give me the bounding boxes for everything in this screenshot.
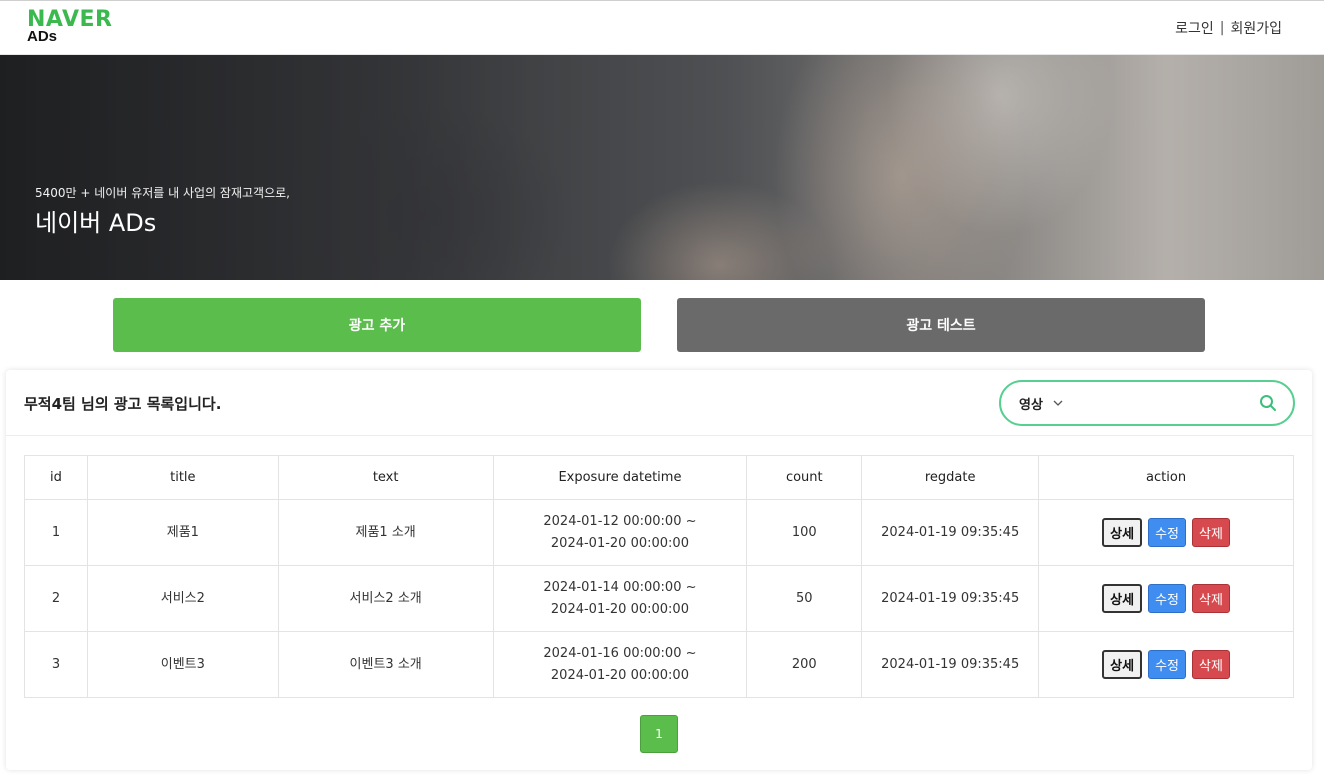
cell-text: 서비스2 소개 xyxy=(277,565,494,632)
edit-button[interactable]: 수정 xyxy=(1148,650,1187,679)
table-row: 3 이벤트3 이벤트3 소개 2024-01-16 00:00:00 ~ 202… xyxy=(24,631,1294,698)
ad-list-panel: 무적4팀 님의 광고 목록입니다. 영상 id title text Expos… xyxy=(6,370,1312,770)
hero-title: 네이버 ADs xyxy=(35,209,157,237)
cell-title: 이벤트3 xyxy=(86,631,279,698)
exposure-start: 2024-01-12 00:00:00 ~ xyxy=(543,513,697,529)
edit-button[interactable]: 수정 xyxy=(1148,584,1187,613)
col-header-exposure: Exposure datetime xyxy=(492,455,748,500)
ad-list-title: 무적4팀 님의 광고 목록입니다. xyxy=(24,395,222,413)
col-header-title: title xyxy=(86,455,279,500)
cell-exposure: 2024-01-12 00:00:00 ~ 2024-01-20 00:00:0… xyxy=(492,499,748,566)
col-header-regdate: regdate xyxy=(861,455,1040,500)
signup-link[interactable]: 회원가입 xyxy=(1230,18,1282,38)
exposure-end: 2024-01-20 00:00:00 xyxy=(550,667,689,683)
delete-button[interactable]: 삭제 xyxy=(1192,650,1230,679)
search-category-select[interactable]: 영상 xyxy=(1019,394,1063,413)
detail-button[interactable]: 상세 xyxy=(1102,518,1143,547)
cell-count: 100 xyxy=(746,499,863,566)
auth-separator: | xyxy=(1219,20,1225,36)
exposure-end: 2024-01-20 00:00:00 xyxy=(550,535,689,551)
pagination-page-button[interactable]: 1 xyxy=(640,715,678,753)
col-header-id: id xyxy=(24,455,88,500)
col-header-text: text xyxy=(277,455,494,500)
chevron-down-icon xyxy=(1053,398,1063,409)
cell-exposure: 2024-01-16 00:00:00 ~ 2024-01-20 00:00:0… xyxy=(492,631,748,698)
top-header: NAVER ADs 로그인 | 회원가입 xyxy=(0,0,1324,55)
cell-action: 상세 수정 삭제 xyxy=(1038,631,1294,698)
search-category-value: 영상 xyxy=(1019,397,1043,413)
cell-text: 제품1 소개 xyxy=(277,499,494,566)
cell-action: 상세 수정 삭제 xyxy=(1038,565,1294,632)
delete-button[interactable]: 삭제 xyxy=(1192,518,1230,547)
hero-banner: 5400만 + 네이버 유저를 내 사업의 잠재고객으로, 네이버 ADs xyxy=(0,55,1324,280)
test-ad-button[interactable]: 광고 테스트 xyxy=(677,298,1205,352)
delete-button[interactable]: 삭제 xyxy=(1192,584,1230,613)
col-header-count: count xyxy=(746,455,863,500)
add-ad-button[interactable]: 광고 추가 xyxy=(113,298,641,352)
table-header-row: id title text Exposure datetime count re… xyxy=(24,455,1294,500)
exposure-end: 2024-01-20 00:00:00 xyxy=(550,601,689,617)
search-box: 영상 xyxy=(999,380,1295,426)
search-input[interactable] xyxy=(1072,388,1257,418)
exposure-start: 2024-01-14 00:00:00 ~ xyxy=(543,579,697,595)
ad-list-table: id title text Exposure datetime count re… xyxy=(24,455,1294,698)
cell-regdate: 2024-01-19 09:35:45 xyxy=(861,565,1040,632)
hero-subtitle: 5400만 + 네이버 유저를 내 사업의 잠재고객으로, xyxy=(35,186,290,200)
auth-links: 로그인 | 회원가입 xyxy=(1175,18,1282,38)
search-icon[interactable] xyxy=(1257,392,1279,414)
cell-count: 50 xyxy=(746,565,863,632)
col-header-action: action xyxy=(1038,455,1294,500)
cell-id: 3 xyxy=(24,631,88,698)
edit-button[interactable]: 수정 xyxy=(1148,518,1187,547)
cell-title: 제품1 xyxy=(86,499,279,566)
table-row: 2 서비스2 서비스2 소개 2024-01-14 00:00:00 ~ 202… xyxy=(24,565,1294,632)
login-link[interactable]: 로그인 xyxy=(1175,18,1214,38)
cell-action: 상세 수정 삭제 xyxy=(1038,499,1294,566)
cell-exposure: 2024-01-14 00:00:00 ~ 2024-01-20 00:00:0… xyxy=(492,565,748,632)
cell-regdate: 2024-01-19 09:35:45 xyxy=(861,499,1040,566)
exposure-start: 2024-01-16 00:00:00 ~ xyxy=(543,645,697,661)
cell-title: 서비스2 xyxy=(86,565,279,632)
detail-button[interactable]: 상세 xyxy=(1102,650,1143,679)
cell-id: 1 xyxy=(24,499,88,566)
cell-count: 200 xyxy=(746,631,863,698)
cell-regdate: 2024-01-19 09:35:45 xyxy=(861,631,1040,698)
table-row: 1 제품1 제품1 소개 2024-01-12 00:00:00 ~ 2024-… xyxy=(24,499,1294,566)
cell-id: 2 xyxy=(24,565,88,632)
ad-list-header: 무적4팀 님의 광고 목록입니다. 영상 xyxy=(6,370,1312,436)
naver-ads-logo[interactable]: NAVER ADs xyxy=(27,9,112,45)
cell-text: 이벤트3 소개 xyxy=(277,631,494,698)
detail-button[interactable]: 상세 xyxy=(1102,584,1143,613)
